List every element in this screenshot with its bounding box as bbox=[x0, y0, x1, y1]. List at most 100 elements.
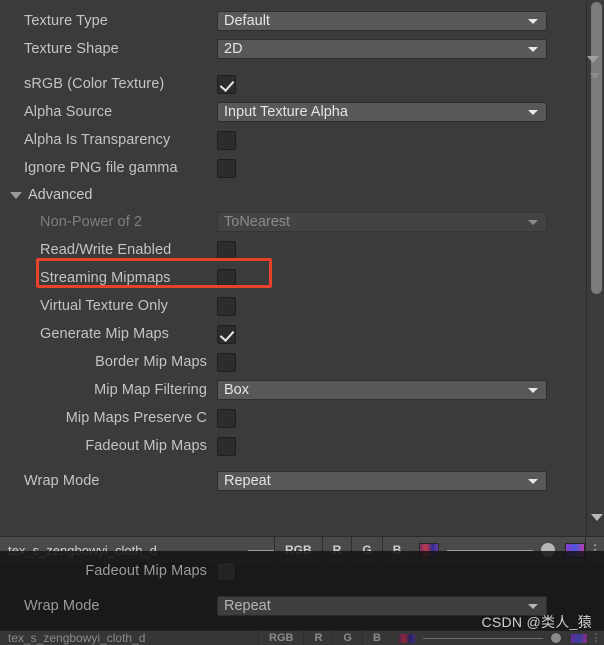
srgb-checkbox[interactable] bbox=[217, 74, 236, 94]
slider-handle[interactable] bbox=[551, 633, 561, 643]
control-cell: 2D bbox=[213, 39, 586, 59]
channel-button-g[interactable]: G bbox=[332, 631, 362, 645]
mip-maps-preserve-coverage-checkbox[interactable] bbox=[217, 408, 236, 428]
property-label: Alpha Source bbox=[24, 104, 113, 120]
property-label: Virtual Texture Only bbox=[40, 298, 168, 314]
read-write-enabled-checkbox[interactable] bbox=[217, 240, 236, 260]
property-label: Wrap Mode bbox=[24, 473, 100, 489]
property-row-mip-maps-preserve-coverage[interactable]: Mip Maps Preserve C bbox=[0, 404, 586, 432]
mip-map-filtering-dropdown[interactable]: Box bbox=[217, 380, 547, 400]
property-row-wrap-mode[interactable]: Wrap Mode Repeat bbox=[0, 467, 586, 495]
control-cell: Default bbox=[213, 11, 586, 31]
more-options-icon[interactable]: ⋮ bbox=[587, 631, 604, 645]
triangle-down-icon[interactable] bbox=[587, 56, 599, 63]
label-cell: Alpha Is Transparency bbox=[0, 131, 213, 149]
mip-level-slider[interactable] bbox=[422, 637, 543, 639]
label-cell: Fadeout Mip Maps bbox=[0, 437, 213, 455]
alpha-swatch-icon bbox=[571, 633, 587, 643]
label-cell: Mip Map Filtering bbox=[0, 381, 213, 399]
label-cell: Border Mip Maps bbox=[0, 353, 213, 371]
property-label: Wrap Mode bbox=[24, 598, 100, 614]
control-cell bbox=[213, 561, 604, 581]
property-row-texture-shape[interactable]: Texture Shape 2D bbox=[0, 35, 586, 63]
property-label: Generate Mip Maps bbox=[40, 326, 170, 342]
advanced-foldout-label: Advanced bbox=[28, 187, 93, 203]
property-row-fadeout-mip-maps[interactable]: Fadeout Mip Maps bbox=[0, 432, 586, 460]
dropdown-value: Repeat bbox=[224, 598, 271, 614]
texture-shape-dropdown[interactable]: 2D bbox=[217, 39, 547, 59]
label-cell: Alpha Source bbox=[0, 103, 213, 121]
property-label: Mip Maps Preserve C bbox=[65, 410, 207, 426]
property-label: Fadeout Mip Maps bbox=[85, 563, 207, 579]
property-label: Read/Write Enabled bbox=[40, 242, 172, 258]
dropdown-value: Default bbox=[224, 13, 270, 29]
chevron-down-icon bbox=[528, 220, 538, 225]
inspector-content: Texture Type Default Texture Shape 2D sR… bbox=[0, 0, 586, 536]
scrollbar-thumb[interactable] bbox=[591, 2, 602, 294]
chevron-down-icon bbox=[528, 388, 538, 393]
triangle-down-icon[interactable] bbox=[591, 514, 603, 521]
property-row-mip-map-filtering[interactable]: Mip Map Filtering Box bbox=[0, 376, 586, 404]
property-row-non-power-of-2: Non-Power of 2 ToNearest bbox=[0, 208, 586, 236]
alpha-is-transparency-checkbox[interactable] bbox=[217, 130, 236, 150]
generate-mip-maps-checkbox[interactable] bbox=[217, 324, 236, 344]
control-cell bbox=[213, 408, 586, 428]
dropdown-value: 2D bbox=[224, 41, 243, 57]
property-label: Ignore PNG file gamma bbox=[24, 160, 178, 176]
label-cell: Mip Maps Preserve C bbox=[0, 409, 213, 427]
property-label: Streaming Mipmaps bbox=[40, 270, 171, 286]
inspector-scrollbar[interactable] bbox=[586, 0, 604, 536]
streaming-mipmaps-checkbox[interactable] bbox=[217, 268, 236, 288]
chevron-down-icon bbox=[528, 110, 538, 115]
property-row-streaming-mipmaps[interactable]: Streaming Mipmaps bbox=[0, 264, 586, 292]
overlay-preview-toolbar[interactable]: tex_s_zengbowyi_cloth_d RGB R G B ⋮ bbox=[0, 630, 604, 645]
dropdown-value: Repeat bbox=[224, 473, 271, 489]
property-row-border-mip-maps[interactable]: Border Mip Maps bbox=[0, 348, 586, 376]
wrap-mode-dropdown[interactable]: Repeat bbox=[217, 471, 547, 491]
control-cell: Repeat bbox=[213, 471, 586, 491]
property-row-read-write-enabled[interactable]: Read/Write Enabled bbox=[0, 236, 586, 264]
property-row-srgb[interactable]: sRGB (Color Texture) bbox=[0, 70, 586, 98]
property-label: Texture Shape bbox=[24, 41, 119, 57]
property-row-alpha-source[interactable]: Alpha Source Input Texture Alpha bbox=[0, 98, 586, 126]
property-row-texture-type[interactable]: Texture Type Default bbox=[0, 7, 586, 35]
property-row-alpha-is-transparency[interactable]: Alpha Is Transparency bbox=[0, 126, 586, 154]
control-cell bbox=[213, 240, 586, 260]
label-cell: Streaming Mipmaps bbox=[0, 269, 213, 287]
control-cell bbox=[213, 324, 586, 344]
csdn-watermark: CSDN @类人_猿 bbox=[481, 614, 592, 630]
control-cell bbox=[213, 158, 586, 178]
label-cell: Read/Write Enabled bbox=[0, 241, 213, 259]
border-mip-maps-checkbox[interactable] bbox=[217, 352, 236, 372]
fadeout-mip-maps-checkbox[interactable] bbox=[217, 436, 236, 456]
non-power-of-2-dropdown: ToNearest bbox=[217, 212, 547, 232]
channel-button-b[interactable]: B bbox=[361, 631, 391, 645]
control-cell bbox=[213, 352, 586, 372]
overlay-row-fadeout-mip-maps[interactable]: Fadeout Mip Maps bbox=[0, 557, 604, 585]
property-label: sRGB (Color Texture) bbox=[24, 76, 165, 92]
chevron-down-icon bbox=[528, 479, 538, 484]
property-row-generate-mip-maps[interactable]: Generate Mip Maps bbox=[0, 320, 586, 348]
alpha-source-dropdown[interactable]: Input Texture Alpha bbox=[217, 102, 547, 122]
label-cell: Texture Shape bbox=[0, 40, 213, 58]
dropdown-value: Box bbox=[224, 382, 249, 398]
control-cell: Box bbox=[213, 380, 586, 400]
property-row-virtual-texture-only[interactable]: Virtual Texture Only bbox=[0, 292, 586, 320]
channel-button-rgb[interactable]: RGB bbox=[258, 631, 303, 645]
property-row-ignore-png-gamma[interactable]: Ignore PNG file gamma bbox=[0, 154, 586, 182]
control-cell bbox=[213, 130, 586, 150]
virtual-texture-only-checkbox[interactable] bbox=[217, 296, 236, 316]
control-cell bbox=[213, 436, 586, 456]
ignore-png-gamma-checkbox[interactable] bbox=[217, 158, 236, 178]
color-swatch-icon bbox=[398, 633, 415, 643]
asset-name-label: tex_s_zengbowyi_cloth_d bbox=[8, 631, 146, 645]
triangle-down-icon bbox=[10, 191, 22, 199]
overlay-fadeout-mip-maps-checkbox[interactable] bbox=[217, 561, 236, 581]
chevron-down-icon bbox=[528, 19, 538, 24]
texture-type-dropdown[interactable]: Default bbox=[217, 11, 547, 31]
channel-button-r[interactable]: R bbox=[303, 631, 332, 645]
advanced-foldout-header[interactable]: Advanced bbox=[0, 182, 586, 208]
triangle-down-icon[interactable] bbox=[590, 73, 600, 79]
control-cell bbox=[213, 74, 586, 94]
property-label: Mip Map Filtering bbox=[94, 382, 207, 398]
